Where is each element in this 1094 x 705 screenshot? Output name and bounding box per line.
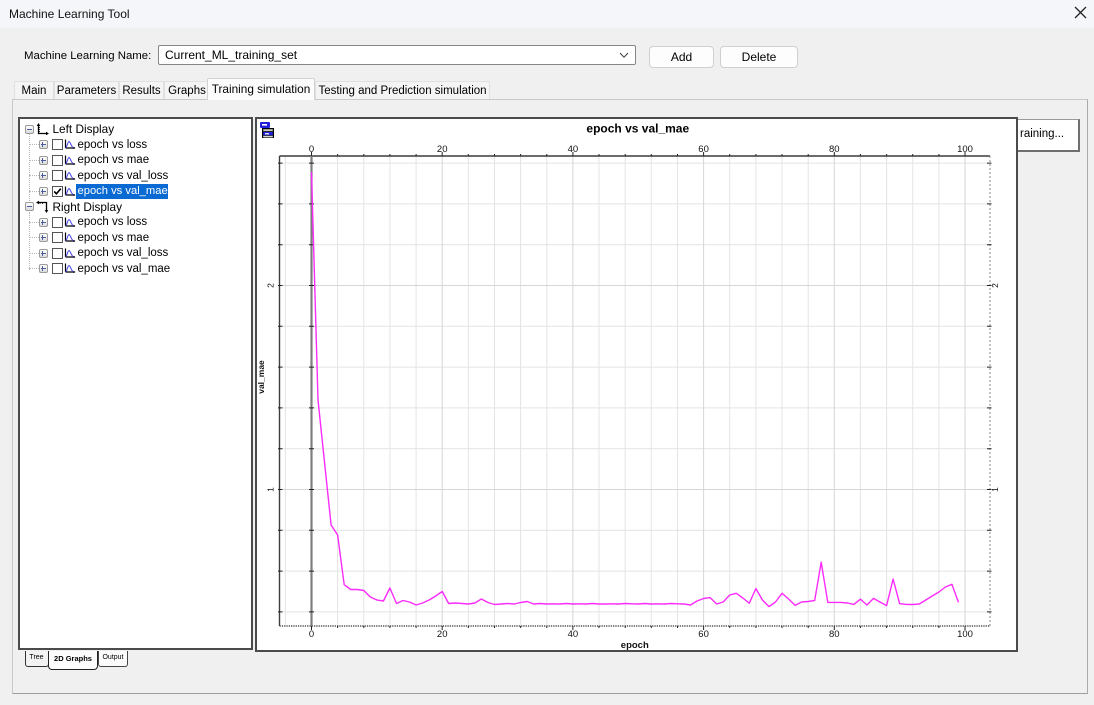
svg-text:100: 100 bbox=[957, 144, 973, 155]
svg-text:20: 20 bbox=[437, 629, 448, 640]
svg-text:2: 2 bbox=[266, 283, 276, 288]
svg-text:80: 80 bbox=[829, 144, 840, 155]
svg-text:epoch vs val_mae: epoch vs val_mae bbox=[586, 122, 689, 136]
svg-text:40: 40 bbox=[568, 144, 579, 155]
svg-text:40: 40 bbox=[568, 629, 579, 640]
svg-text:1: 1 bbox=[990, 487, 1000, 492]
svg-text:val_mae: val_mae bbox=[257, 360, 266, 394]
svg-text:20: 20 bbox=[437, 144, 448, 155]
svg-text:80: 80 bbox=[829, 629, 840, 640]
svg-text:60: 60 bbox=[698, 144, 709, 155]
svg-text:0: 0 bbox=[309, 144, 314, 155]
svg-text:1: 1 bbox=[266, 487, 276, 492]
svg-text:epoch: epoch bbox=[621, 640, 649, 650]
svg-text:60: 60 bbox=[698, 629, 709, 640]
svg-text:2: 2 bbox=[990, 283, 1000, 288]
svg-text:0: 0 bbox=[309, 629, 314, 640]
svg-text:100: 100 bbox=[957, 629, 973, 640]
